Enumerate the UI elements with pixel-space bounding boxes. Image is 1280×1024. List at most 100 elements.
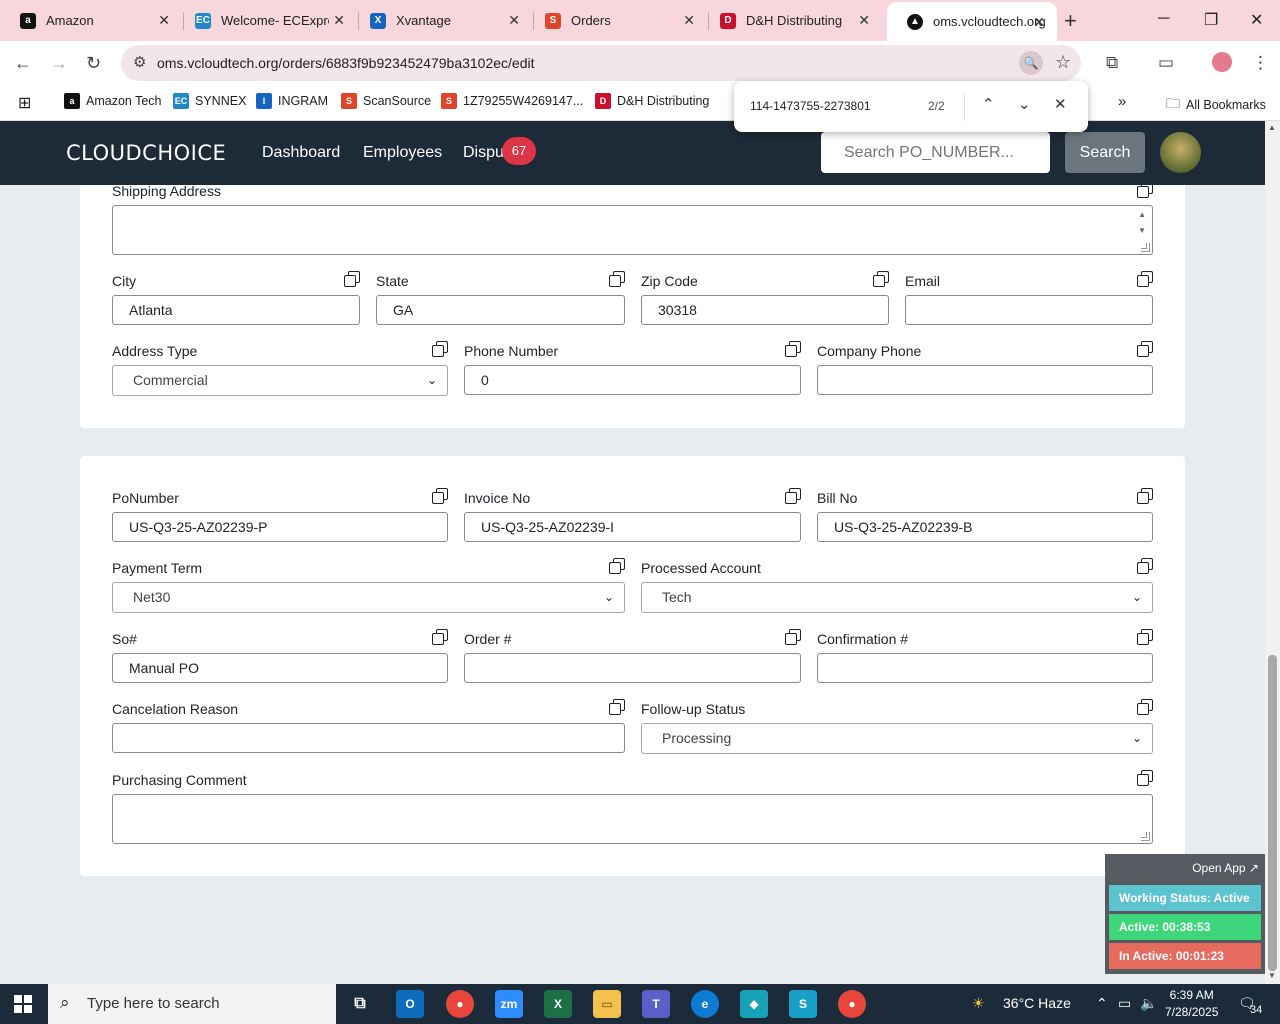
taskbar-search[interactable]: ⌕ Type here to search — [48, 984, 336, 1024]
followup-status-select[interactable]: Processing ⌄ — [641, 723, 1153, 754]
browser-menu-icon[interactable]: ⋮ — [1252, 53, 1269, 73]
po-number-input[interactable]: US-Q3-25-AZ02239-P — [112, 512, 448, 542]
order-number-input[interactable] — [464, 653, 801, 683]
excel-icon[interactable]: X — [544, 990, 572, 1018]
nav-dashboard[interactable]: Dashboard — [262, 144, 340, 162]
user-avatar[interactable] — [1160, 132, 1201, 173]
extensions-icon[interactable]: ⧉ — [1106, 53, 1118, 73]
phone-number-input[interactable]: 0 — [464, 365, 801, 395]
copy-icon[interactable] — [1137, 558, 1153, 574]
copy-icon[interactable] — [432, 629, 448, 645]
tab-orders[interactable]: S Orders ✕ — [525, 0, 709, 41]
copy-icon[interactable] — [785, 629, 801, 645]
weather-icon[interactable]: ☀ — [972, 995, 985, 1012]
copy-icon[interactable] — [1137, 341, 1153, 357]
teams-icon[interactable]: T — [642, 990, 670, 1018]
confirmation-number-input[interactable] — [817, 653, 1153, 683]
profile-avatar-icon[interactable] — [1212, 52, 1232, 72]
forward-icon[interactable]: → — [50, 53, 68, 74]
copy-icon[interactable] — [1137, 770, 1153, 786]
scroll-down-icon[interactable]: ▼ — [1138, 226, 1146, 235]
find-close-icon[interactable]: ✕ — [1054, 95, 1067, 113]
site-info-icon[interactable]: ⚙ — [133, 53, 146, 71]
tab-amazon[interactable]: a Amazon ✕ — [0, 0, 184, 41]
copy-icon[interactable] — [609, 699, 625, 715]
tab-ecexpress[interactable]: EC Welcome- ECExpress ✕ — [175, 0, 359, 41]
so-number-input[interactable]: Manual PO — [112, 653, 448, 683]
po-search-input[interactable] — [821, 132, 1050, 173]
app-icon[interactable]: ◆ — [740, 990, 768, 1018]
outlook-icon[interactable]: O — [396, 990, 424, 1018]
search-button[interactable]: Search — [1065, 132, 1145, 173]
state-input[interactable]: GA — [376, 295, 625, 325]
volume-icon[interactable]: 🔈 — [1140, 995, 1157, 1012]
bookmark-dh[interactable]: D D&H Distributing — [595, 93, 709, 109]
script-app-icon[interactable]: S — [789, 990, 817, 1018]
minimize-icon[interactable]: ─ — [1158, 10, 1169, 28]
bookmark-ingram[interactable]: I INGRAM — [256, 93, 328, 109]
close-icon[interactable]: ✕ — [858, 12, 870, 29]
chevron-up-icon[interactable]: ⌃ — [1096, 995, 1108, 1012]
close-icon[interactable]: ✕ — [508, 12, 520, 29]
edge-icon[interactable]: e — [691, 990, 719, 1018]
bookmark-amazon-tech[interactable]: a Amazon Tech — [64, 93, 162, 109]
nav-disputes[interactable]: Dispu — [463, 144, 504, 162]
tab-oms-active[interactable]: ▲ oms.vcloudtech.org ✕ — [887, 2, 1057, 41]
copy-icon[interactable] — [1137, 185, 1153, 198]
url-text[interactable]: oms.vcloudtech.org/orders/6883f9b9234524… — [157, 55, 535, 71]
payment-term-select[interactable]: Net30 ⌄ — [112, 582, 625, 613]
bookmark-star-icon[interactable]: ☆ — [1055, 52, 1071, 73]
copy-icon[interactable] — [1137, 271, 1153, 287]
weather-text[interactable]: 36°C Haze — [1003, 995, 1071, 1011]
nav-employees[interactable]: Employees — [363, 144, 442, 162]
chrome-icon[interactable]: ● — [446, 990, 474, 1018]
close-icon[interactable]: ✕ — [333, 12, 345, 29]
new-tab-icon[interactable]: + — [1064, 8, 1077, 34]
copy-icon[interactable] — [1137, 629, 1153, 645]
copy-icon[interactable] — [1137, 699, 1153, 715]
apps-grid-icon[interactable]: ⊞ — [18, 93, 31, 113]
find-next-icon[interactable]: ⌄ — [1018, 95, 1031, 113]
invoice-no-input[interactable]: US-Q3-25-AZ02239-I — [464, 512, 801, 542]
all-bookmarks[interactable]: 🗀 All Bookmarks — [1166, 93, 1266, 117]
more-bookmarks-icon[interactable]: » — [1118, 93, 1126, 110]
copy-icon[interactable] — [873, 271, 889, 287]
open-app-link[interactable]: Open App ↗ — [1192, 861, 1259, 875]
find-in-page-icon[interactable]: 🔍 — [1019, 51, 1043, 75]
company-phone-input[interactable] — [817, 365, 1153, 395]
resize-handle-icon[interactable] — [1141, 832, 1150, 841]
bookmark-synnex[interactable]: EC SYNNEX — [173, 93, 246, 109]
copy-icon[interactable] — [432, 488, 448, 504]
scrollbar-thumb[interactable] — [1268, 655, 1277, 971]
bill-no-input[interactable]: US-Q3-25-AZ02239-B — [817, 512, 1153, 542]
reload-icon[interactable]: ↻ — [86, 53, 101, 74]
tab-xvantage[interactable]: X Xvantage ✕ — [350, 0, 534, 41]
scroll-up-icon[interactable]: ▲ — [1138, 210, 1146, 219]
copy-icon[interactable] — [609, 271, 625, 287]
resize-handle-icon[interactable] — [1141, 243, 1150, 252]
task-view-icon[interactable]: ⧉ — [346, 990, 374, 1018]
page-scrollbar[interactable]: ▲ ▼ — [1265, 121, 1280, 984]
back-icon[interactable]: ← — [14, 53, 32, 74]
copy-icon[interactable] — [1137, 488, 1153, 504]
taskbar-clock[interactable]: 6:39 AM 7/28/2025 — [1165, 987, 1218, 1021]
copy-icon[interactable] — [785, 488, 801, 504]
omnibox[interactable]: ⚙ oms.vcloudtech.org/orders/6883f9b92345… — [121, 45, 1081, 81]
processed-account-select[interactable]: Tech ⌄ — [641, 582, 1153, 613]
address-type-select[interactable]: Commercial ⌄ — [112, 365, 448, 396]
copy-icon[interactable] — [432, 341, 448, 357]
close-icon[interactable]: ✕ — [1033, 14, 1045, 31]
file-explorer-icon[interactable]: ▭ — [593, 990, 621, 1018]
find-previous-icon[interactable]: ⌃ — [982, 95, 995, 113]
scroll-up-icon[interactable]: ▲ — [1268, 123, 1276, 132]
bookmark-tracking[interactable]: S 1Z79255W4269147... — [441, 93, 583, 109]
shipping-address-textarea[interactable]: ▲ ▼ — [112, 205, 1153, 255]
copy-icon[interactable] — [609, 558, 625, 574]
cloudchoice-logo[interactable]: CLOUDCHOICE — [66, 141, 226, 165]
network-icon[interactable]: ▭ — [1118, 995, 1131, 1012]
copy-icon[interactable] — [785, 341, 801, 357]
windows-start-icon[interactable] — [14, 995, 32, 1013]
email-input[interactable] — [905, 295, 1153, 325]
side-panel-icon[interactable]: ▭ — [1158, 53, 1174, 73]
zoom-icon[interactable]: zm — [495, 990, 523, 1018]
